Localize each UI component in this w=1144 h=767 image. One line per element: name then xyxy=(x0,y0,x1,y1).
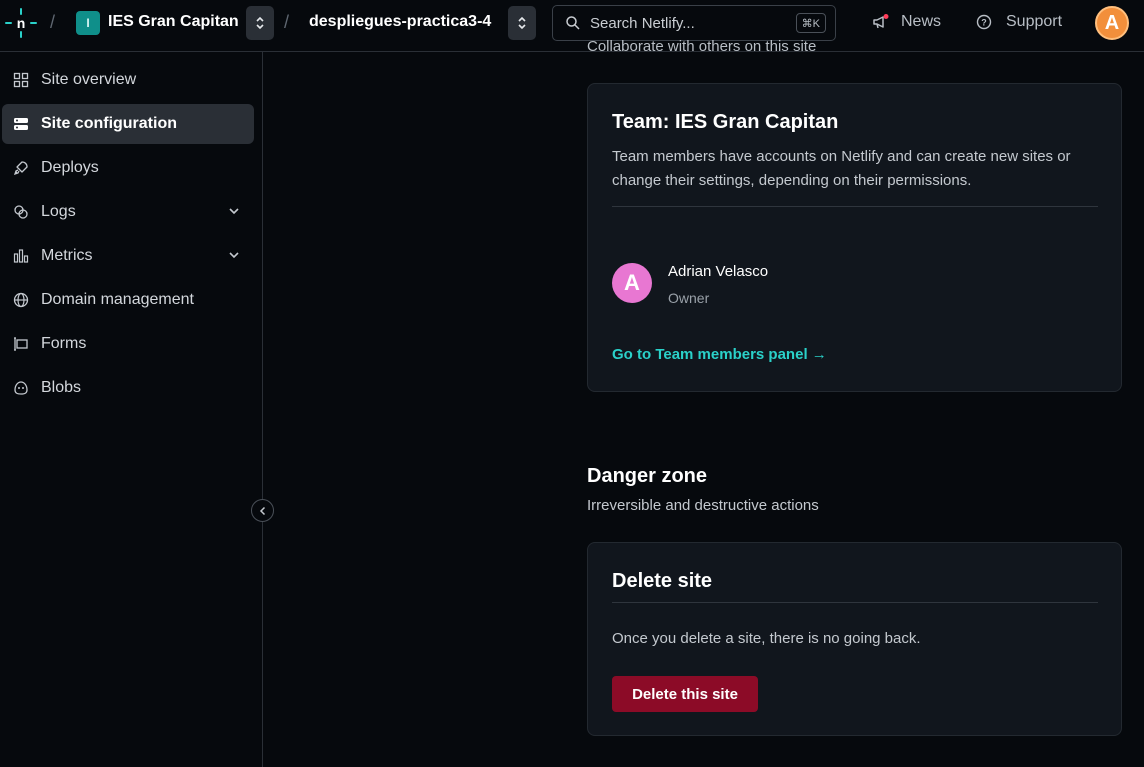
top-bar: n / I IES Gran Capitan / despliegues-pra… xyxy=(0,0,1144,46)
user-avatar[interactable]: A xyxy=(1095,6,1129,40)
sidebar-item-forms[interactable]: Forms xyxy=(2,324,254,364)
delete-card-title: Delete site xyxy=(612,570,713,592)
delete-site-card: Delete site Once you delete a site, ther… xyxy=(587,542,1122,736)
sidebar-item-site-configuration[interactable]: Site configuration xyxy=(2,104,254,144)
bar-chart-icon xyxy=(13,249,29,263)
site-name[interactable]: despliegues-practica3-4 xyxy=(309,13,491,31)
sidebar-divider xyxy=(262,52,263,767)
team-badge[interactable]: I xyxy=(76,11,100,35)
sidebar-item-label: Site overview xyxy=(41,71,137,88)
team-card: Team: IES Gran Capitan Team members have… xyxy=(587,83,1122,392)
news-label: News xyxy=(901,13,942,30)
sidebar-item-domain-management[interactable]: Domain management xyxy=(2,280,254,320)
divider xyxy=(612,206,1098,207)
divider xyxy=(612,602,1098,603)
sidebar-item-label: Deploys xyxy=(41,159,99,176)
search-placeholder: Search Netlify... xyxy=(590,15,695,32)
team-card-title: Team: IES Gran Capitan xyxy=(612,111,839,133)
chevron-up-down-icon xyxy=(518,16,526,30)
chevron-down-icon[interactable] xyxy=(228,249,240,261)
grid-icon xyxy=(13,72,29,88)
logs-icon xyxy=(14,205,28,219)
sidebar-item-blobs[interactable]: Blobs xyxy=(2,368,254,408)
collapse-sidebar-button[interactable] xyxy=(251,499,274,522)
sidebar-item-label: Domain management xyxy=(41,291,194,308)
megaphone-icon xyxy=(873,14,889,29)
chevron-left-icon xyxy=(259,506,265,515)
danger-zone-description: Irreversible and destructive actions xyxy=(587,497,819,514)
keyboard-shortcut-badge: ⌘K xyxy=(795,13,826,33)
sidebar-item-label: Blobs xyxy=(41,379,82,396)
danger-zone-title: Danger zone xyxy=(587,465,708,487)
search-input[interactable]: Search Netlify... ⌘K xyxy=(552,5,836,41)
team-switcher-button[interactable] xyxy=(246,6,274,40)
search-icon xyxy=(566,16,580,30)
member-avatar: A xyxy=(612,263,652,303)
netlify-logo-icon[interactable]: n xyxy=(4,7,38,39)
sidebar-item-metrics[interactable]: Metrics xyxy=(2,236,254,276)
chevron-up-down-icon xyxy=(256,16,264,30)
rocket-icon xyxy=(13,161,28,176)
team-members-link[interactable]: Go to Team members panel → xyxy=(612,346,827,363)
member-name: Adrian Velasco xyxy=(668,263,769,280)
member-role: Owner xyxy=(668,290,710,306)
sidebar-item-label: Site configuration xyxy=(41,115,177,132)
sidebar-item-label: Forms xyxy=(41,335,87,352)
svg-text:?: ? xyxy=(981,18,987,28)
sidebar-item-label: Metrics xyxy=(41,247,93,264)
breadcrumb-separator: / xyxy=(284,12,290,32)
server-icon xyxy=(14,118,28,130)
delete-site-button[interactable]: Delete this site xyxy=(612,676,758,712)
sidebar-item-site-overview[interactable]: Site overview xyxy=(2,60,254,100)
sidebar-item-logs[interactable]: Logs xyxy=(2,192,254,232)
form-icon xyxy=(14,337,28,351)
breadcrumb-separator: / xyxy=(50,12,56,32)
chevron-down-icon[interactable] xyxy=(228,205,240,217)
sidebar-item-deploys[interactable]: Deploys xyxy=(2,148,254,188)
delete-card-description: Once you delete a site, there is no goin… xyxy=(612,630,921,647)
sidebar: Site overview Site configuration Deploys… xyxy=(0,52,262,767)
support-button[interactable]: ? Support xyxy=(976,13,1062,31)
team-card-description: Team members have accounts on Netlify an… xyxy=(612,148,1071,189)
sidebar-item-label: Logs xyxy=(41,203,76,220)
svg-text:n: n xyxy=(17,15,26,31)
globe-icon xyxy=(13,292,29,308)
site-switcher-button[interactable] xyxy=(508,6,536,40)
support-label: Support xyxy=(1006,13,1063,30)
help-circle-icon: ? xyxy=(976,14,992,30)
blob-icon xyxy=(14,381,28,395)
team-name[interactable]: IES Gran Capitan xyxy=(108,13,239,31)
news-button[interactable]: News xyxy=(872,13,941,31)
section-description: Collaborate with others on this site xyxy=(587,38,817,55)
